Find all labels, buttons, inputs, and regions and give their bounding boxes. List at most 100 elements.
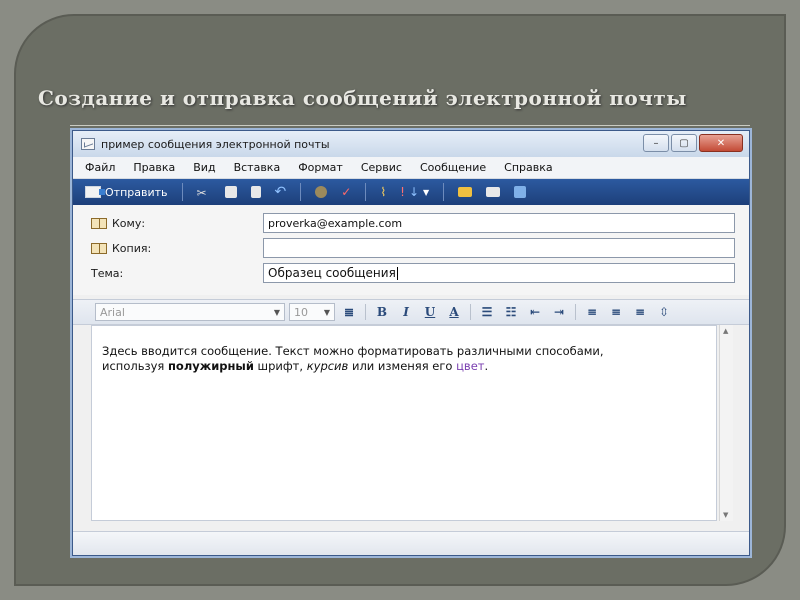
to-label-text: Кому: [112,216,146,230]
paragraph-style-button[interactable]: ≣ [339,303,359,321]
paperclip-icon: ⌇ [380,185,387,199]
close-button[interactable]: ✕ [699,134,743,152]
font-color-button[interactable]: A [444,303,464,321]
numbered-list-icon: ☰ [481,305,493,319]
maximize-button[interactable]: ▢ [671,134,697,152]
encrypt-icon [486,187,501,197]
scroll-down-icon[interactable]: ▼ [723,511,728,519]
check-names-button[interactable] [311,182,331,202]
priority-button[interactable]: ! ↓ ▼ [396,182,433,202]
subject-label: Тема: [91,267,263,280]
sign-button[interactable] [454,182,476,202]
send-button[interactable]: Отправить [81,182,172,202]
subject-row: Тема: Образец сообщения [91,261,735,285]
mail-icon [81,138,95,150]
menu-edit[interactable]: Правка [133,161,175,174]
text-caret [396,266,398,280]
chevron-down-icon: ▼ [423,187,430,197]
bold-icon: B [376,305,388,319]
send-label: Отправить [105,185,168,199]
scissors-icon: ✂ [196,186,207,200]
to-field[interactable]: proverka@example.com [263,213,735,233]
body-scrollbar[interactable]: ▲ ▼ [719,325,733,521]
menu-tools[interactable]: Сервис [361,161,402,174]
menu-message[interactable]: Сообщение [420,161,486,174]
toolbar-separator [365,304,366,320]
encrypt-button[interactable] [482,182,504,202]
subject-field[interactable]: Образец сообщения [263,263,735,283]
toolbar-separator [181,183,183,201]
minimize-button[interactable]: – [643,134,669,152]
toolbar-separator [300,183,302,201]
toolbar-separator [575,304,576,320]
menu-view[interactable]: Вид [193,161,215,174]
body-line-1: Здесь вводится сообщение. Текст можно фо… [102,344,604,358]
chevron-down-icon: ▼ [323,307,330,317]
spelling-button[interactable]: ✓ [337,182,355,202]
attach-button[interactable]: ⌇ [376,182,390,202]
bullet-list-icon: ☷ [505,305,517,319]
paste-button[interactable] [247,182,265,202]
menu-help[interactable]: Справка [504,161,552,174]
menu-bar: Файл Правка Вид Вставка Формат Сервис Со… [73,157,749,179]
toolbar-separator [443,183,445,201]
status-bar [73,531,749,555]
body-line-2: используя полужирный шрифт, курсив или и… [102,359,706,374]
italic-icon: I [403,305,409,319]
underline-button[interactable]: U [420,303,440,321]
menu-insert[interactable]: Вставка [234,161,281,174]
formatting-toolbar: Arial ▼ 10 ▼ ≣ B I U A ☰ ☷ ⇤ ⇥ ≡ ≡ ≡ ⇳ [73,299,749,325]
offline-button[interactable] [510,182,530,202]
justify-icon: ⇳ [658,305,670,319]
message-body-editor[interactable]: Здесь вводится сообщение. Текст можно фо… [91,325,717,521]
align-center-button[interactable]: ≡ [606,303,626,321]
align-right-button[interactable]: ≡ [630,303,650,321]
justify-button[interactable]: ⇳ [654,303,674,321]
decrease-indent-button[interactable]: ⇤ [525,303,545,321]
email-compose-window: пример сообщения электронной почты – ▢ ✕… [72,130,750,556]
align-left-icon: ≡ [586,305,598,319]
undo-button[interactable]: ↶ [271,182,291,202]
bullet-list-button[interactable]: ☷ [501,303,521,321]
address-book-icon [91,217,107,229]
menu-file[interactable]: Файл [85,161,115,174]
body-text: . [484,359,489,373]
subject-value: Образец сообщения [268,266,396,280]
font-size-select[interactable]: 10 ▼ [289,303,335,321]
window-frame-bottom [73,523,749,531]
undo-icon: ↶ [274,184,287,200]
paste-icon [250,186,261,198]
cc-label[interactable]: Копия: [91,242,263,255]
cc-field[interactable] [263,238,735,258]
increase-indent-icon: ⇥ [553,305,565,319]
menu-format[interactable]: Формат [298,161,343,174]
to-row: Кому: proverka@example.com [91,211,735,235]
numbered-list-button[interactable]: ☰ [477,303,497,321]
cut-button[interactable]: ✂ [193,182,215,202]
check-names-icon [315,186,328,198]
decrease-indent-icon: ⇤ [529,305,541,319]
slide-title: Создание и отправка сообщений электронно… [38,86,687,110]
bold-button[interactable]: B [372,303,392,321]
sign-icon [458,187,473,197]
window-titlebar[interactable]: пример сообщения электронной почты – ▢ ✕ [73,131,749,157]
paragraph-style-icon: ≣ [343,305,355,319]
font-family-select[interactable]: Arial ▼ [95,303,285,321]
align-center-icon: ≡ [610,305,622,319]
address-book-icon [91,242,107,254]
increase-indent-button[interactable]: ⇥ [549,303,569,321]
colored-text: цвет [456,359,485,373]
subject-label-text: Тема: [91,266,124,280]
italic-button[interactable]: I [396,303,416,321]
copy-button[interactable] [221,182,241,202]
body-text: используя [102,359,168,373]
priority-icon: ! [400,185,405,199]
scroll-up-icon[interactable]: ▲ [723,327,728,335]
align-left-button[interactable]: ≡ [582,303,602,321]
offline-icon [514,186,527,198]
to-label[interactable]: Кому: [91,217,263,230]
cc-row: Копия: [91,236,735,260]
body-text: шрифт, [253,359,307,373]
window-title: пример сообщения электронной почты [101,137,330,151]
bold-text: полужирный [167,359,254,373]
